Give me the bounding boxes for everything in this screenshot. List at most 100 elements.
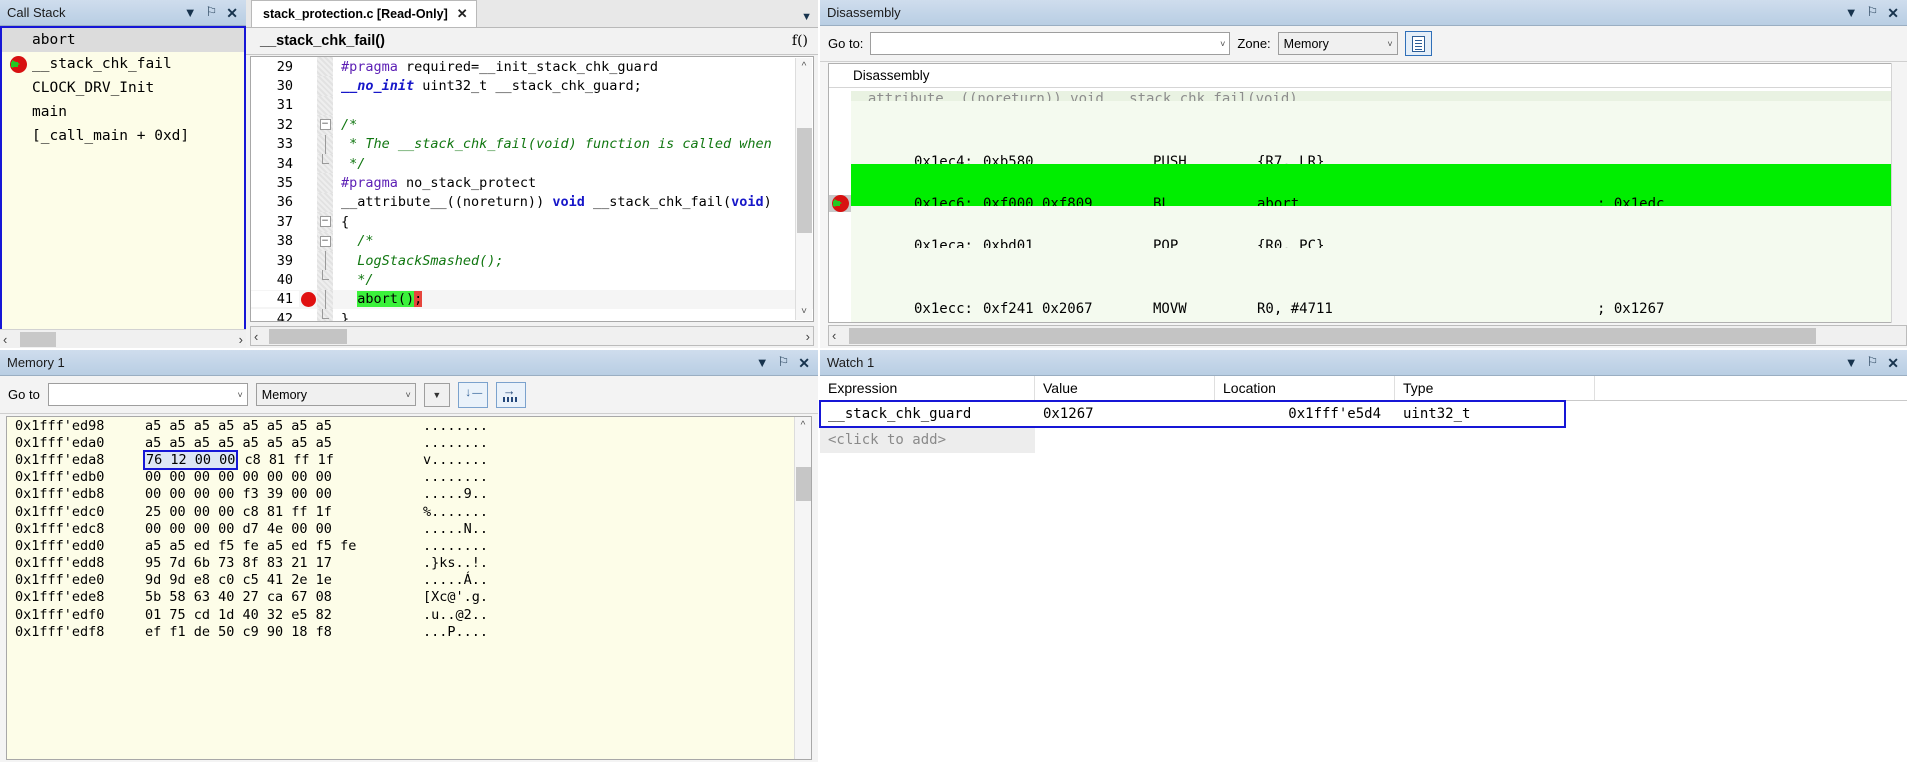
- disassembly-zone-select[interactable]: Memory ˅: [1278, 32, 1398, 55]
- toggle-source-view-button[interactable]: [1405, 31, 1432, 56]
- fold-column[interactable]: [317, 193, 333, 212]
- memory-ascii: ...P....: [423, 624, 488, 640]
- memory-hex: 25 00 00 00 c8 81 ff 1f: [145, 504, 423, 520]
- memory-vscrollbar[interactable]: ^: [794, 417, 811, 759]
- memory-address: 0x1fff'edc0: [15, 504, 145, 520]
- fold-column[interactable]: [317, 57, 333, 76]
- fold-column[interactable]: [317, 251, 333, 270]
- disassembly-hscrollbar[interactable]: ‹: [828, 325, 1907, 346]
- memory-fill-button[interactable]: [458, 382, 488, 408]
- fold-column[interactable]: [317, 290, 333, 309]
- chevron-down-icon[interactable]: ˅: [1381, 39, 1392, 49]
- code-line: 38 − /*: [251, 232, 813, 251]
- scroll-right-icon[interactable]: ›: [239, 332, 243, 347]
- scroll-up-icon[interactable]: ^: [795, 417, 811, 434]
- watch-add-row[interactable]: <click to add>: [820, 427, 1035, 453]
- call-stack-frame[interactable]: [_call_main + 0xd]: [2, 124, 244, 148]
- pin-icon[interactable]: ⚐: [1867, 6, 1879, 19]
- fold-column[interactable]: [317, 270, 333, 289]
- disassembly-goto-input[interactable]: ˅: [870, 32, 1230, 55]
- memory-hex: a5 a5 a5 a5 a5 a5 a5 a5: [145, 435, 423, 451]
- scroll-thumb[interactable]: [20, 332, 56, 347]
- function-list-icon[interactable]: f(): [792, 33, 812, 49]
- scroll-left-icon[interactable]: ‹: [832, 328, 836, 343]
- memory-row: 0x1fff'edd0a5 a5 ed f5 fe a5 ed f5 fe...…: [7, 537, 811, 554]
- fold-column[interactable]: −: [317, 212, 333, 231]
- code-text: #pragma no_stack_protect: [333, 175, 536, 191]
- code-line: 29 #pragma required=__init_stack_chk_gua…: [251, 57, 813, 76]
- disassembly-title: Disassembly: [827, 5, 1845, 20]
- fold-column[interactable]: −: [317, 232, 333, 251]
- memory-selection[interactable]: 76 12 00 00: [145, 452, 236, 468]
- call-stack-frame[interactable]: CLOCK_DRV_Init: [2, 76, 244, 100]
- scroll-thumb[interactable]: [269, 329, 347, 344]
- memory-options-button[interactable]: ▼: [424, 383, 450, 407]
- pin-icon[interactable]: ⚐: [778, 356, 790, 369]
- watch-add-placeholder[interactable]: <click to add>: [820, 432, 1035, 448]
- instruction: 0x1ecc: 0xf241 0x2067 MOVW R0, #4711 ; 0…: [851, 269, 1907, 324]
- disassembly-instruction-row[interactable]: 0x1ecc: 0xf241 0x2067 MOVW R0, #4711 ; 0…: [829, 298, 1907, 319]
- pin-icon[interactable]: ⚐: [1867, 356, 1879, 369]
- memory-set-next-button[interactable]: [496, 382, 526, 408]
- chevron-down-icon[interactable]: ▼: [184, 6, 197, 19]
- fold-column[interactable]: [317, 135, 333, 154]
- call-stack-frame[interactable]: __stack_chk_fail: [2, 52, 244, 76]
- breakpoint-marker[interactable]: [299, 292, 317, 307]
- editor-hscrollbar[interactable]: ‹ ›: [250, 326, 814, 346]
- code-line: 32 − /*: [251, 115, 813, 134]
- call-stack-frame[interactable]: abort: [2, 28, 244, 52]
- document-icon: [1412, 36, 1425, 52]
- call-stack-hscrollbar[interactable]: ‹ ›: [0, 329, 246, 348]
- memory-hex: 00 00 00 00 f3 39 00 00: [145, 486, 423, 502]
- watch-value[interactable]: 0x1267: [1035, 406, 1215, 422]
- chevron-down-icon[interactable]: ˅: [232, 390, 243, 400]
- fold-column[interactable]: [317, 76, 333, 95]
- scroll-right-icon[interactable]: ›: [806, 329, 810, 344]
- watch-row[interactable]: __stack_chk_guard 0x1267 0x1fff'e5d4 uin…: [820, 401, 1565, 427]
- tab-close-icon[interactable]: ✕: [457, 6, 468, 22]
- fold-column[interactable]: [317, 173, 333, 192]
- scroll-thumb[interactable]: [796, 467, 811, 501]
- editor-code-area[interactable]: 29 #pragma required=__init_stack_chk_gua…: [250, 56, 814, 322]
- scroll-thumb[interactable]: [797, 128, 812, 233]
- chevron-down-icon[interactable]: ˅: [1214, 39, 1225, 49]
- watch-expression[interactable]: __stack_chk_guard: [820, 406, 1035, 422]
- column-header-location[interactable]: Location: [1215, 376, 1395, 400]
- tab-stack-protection-c[interactable]: stack_protection.c [Read-Only] ✕: [251, 0, 477, 27]
- fold-column[interactable]: −: [317, 115, 333, 134]
- memory-zone-select[interactable]: Memory ˅: [256, 383, 416, 406]
- fold-column[interactable]: [317, 96, 333, 115]
- fold-column[interactable]: [317, 309, 333, 322]
- code-text: __no_init uint32_t __stack_chk_guard;: [333, 78, 642, 94]
- close-icon[interactable]: ✕: [1887, 356, 1899, 370]
- chevron-down-icon[interactable]: ▼: [1845, 6, 1858, 19]
- column-header-expression[interactable]: Expression: [820, 376, 1035, 400]
- line-number: 40: [251, 272, 299, 288]
- fold-column[interactable]: [317, 154, 333, 173]
- memory-ascii: [Xc@'.g.: [423, 589, 488, 605]
- disassembly-pane: Disassembly ▼ ⚐ ✕ Go to: ˅ Zone: Memory …: [820, 0, 1907, 348]
- scroll-up-icon[interactable]: ^: [796, 58, 812, 75]
- disassembly-vscrollbar[interactable]: [1891, 63, 1907, 323]
- disassembly-listing[interactable]: Disassembly __attribute__((noreturn)) vo…: [828, 63, 1907, 323]
- close-icon[interactable]: ✕: [798, 356, 810, 370]
- chevron-down-icon[interactable]: ▼: [756, 356, 769, 369]
- chevron-down-icon[interactable]: ▼: [1845, 356, 1858, 369]
- close-icon[interactable]: ✕: [226, 6, 238, 20]
- memory-goto-input[interactable]: ˅: [48, 383, 248, 406]
- scroll-down-icon[interactable]: ˅: [796, 303, 812, 320]
- scroll-left-icon[interactable]: ‹: [254, 329, 258, 344]
- memory-row: 0x1fff'edb800 00 00 00 f3 39 00 00.....9…: [7, 486, 811, 503]
- memory-contents[interactable]: 0x1fff'ed98a5 a5 a5 a5 a5 a5 a5 a5......…: [6, 416, 812, 760]
- editor-vscrollbar[interactable]: ^ ˅: [795, 58, 812, 320]
- scroll-thumb[interactable]: [849, 328, 1816, 344]
- chevron-down-icon[interactable]: ▼: [801, 11, 812, 23]
- pin-icon[interactable]: ⚐: [206, 6, 218, 19]
- close-icon[interactable]: ✕: [1887, 6, 1899, 20]
- scroll-left-icon[interactable]: ‹: [3, 332, 7, 347]
- code-line: 33 * The __stack_chk_fail(void) function…: [251, 135, 813, 154]
- column-header-type[interactable]: Type: [1395, 376, 1595, 400]
- column-header-value[interactable]: Value: [1035, 376, 1215, 400]
- call-stack-frame[interactable]: main: [2, 100, 244, 124]
- chevron-down-icon[interactable]: ˅: [400, 390, 411, 400]
